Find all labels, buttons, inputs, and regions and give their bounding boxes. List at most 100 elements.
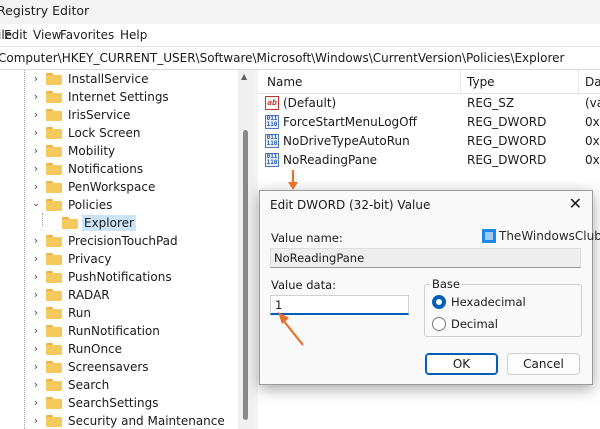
- tree-item-security-and-maintenance[interactable]: › Security and Maintenance: [0, 412, 238, 429]
- tree-item-installservice[interactable]: › InstallService: [0, 70, 238, 88]
- tree-item-irisservice[interactable]: › IrisService: [0, 106, 238, 124]
- key-tree-pane[interactable]: › InstallService › Internet Settings › I…: [0, 70, 238, 429]
- value-row-nodrivetypeautorun[interactable]: 011110 NoDriveTypeAutoRun REG_DWORD 0x00…: [258, 132, 600, 151]
- hexadecimal-radio[interactable]: [432, 295, 446, 309]
- scrollbar-thumb[interactable]: [243, 130, 248, 420]
- tree-item-label: InstallService: [68, 72, 149, 86]
- tree-item-policies[interactable]: › Policies: [0, 196, 238, 214]
- list-header: Name Type Data: [258, 70, 600, 94]
- value-row-forcestartmenulogoff[interactable]: 011 110 ForceStartMenuLogOff REG_DWORD 0x…: [258, 113, 600, 132]
- hexadecimal-label[interactable]: Hexadecimal: [451, 295, 526, 309]
- chevron-right-icon[interactable]: ›: [30, 143, 42, 159]
- chevron-right-icon[interactable]: ›: [30, 71, 42, 87]
- tree-item-internet-settings[interactable]: › Internet Settings: [0, 88, 238, 106]
- tree-item-search[interactable]: › Search: [0, 376, 238, 394]
- tree-item-explorer[interactable]: Explorer: [0, 214, 238, 232]
- chevron-right-icon[interactable]: ›: [30, 395, 42, 411]
- tree-item-pushnotifications[interactable]: › PushNotifications: [0, 268, 238, 286]
- menu-favorites[interactable]: Favorites: [60, 28, 114, 42]
- folder-icon: [46, 163, 62, 175]
- chevron-right-icon[interactable]: ›: [30, 251, 42, 267]
- folder-open-icon: [62, 217, 78, 229]
- chevron-right-icon[interactable]: ›: [30, 233, 42, 249]
- folder-icon: [46, 91, 62, 103]
- tree-item-runnotification[interactable]: › RunNotification: [0, 322, 238, 340]
- value-data-text[interactable]: 1: [275, 298, 282, 312]
- dialog-title: Edit DWORD (32-bit) Value: [270, 198, 431, 212]
- tree-item-label: IrisService: [68, 108, 131, 122]
- folder-icon: [46, 235, 62, 247]
- chevron-right-icon[interactable]: ›: [30, 179, 42, 195]
- thewindowsclub-logo-icon: [482, 229, 496, 243]
- chevron-right-icon[interactable]: ›: [30, 269, 42, 285]
- folder-icon: [46, 325, 62, 337]
- menu-help[interactable]: Help: [120, 28, 147, 42]
- value-name: NoDriveTypeAutoRun: [283, 134, 410, 148]
- value-data-input[interactable]: 1: [270, 295, 409, 315]
- column-header-name[interactable]: Name: [267, 75, 302, 89]
- value-data-label: Value data:: [271, 278, 337, 292]
- column-separator[interactable]: [578, 70, 579, 94]
- column-separator[interactable]: [460, 70, 461, 94]
- folder-icon: [46, 343, 62, 355]
- tree-item-label: RunNotification: [68, 324, 160, 338]
- folder-icon: [46, 181, 62, 193]
- chevron-right-icon[interactable]: ›: [30, 359, 42, 375]
- folder-icon: [46, 109, 62, 121]
- dword-value-icon: 011 110: [265, 134, 279, 148]
- dword-value-icon: 011 110: [265, 115, 279, 129]
- chevron-right-icon[interactable]: ›: [30, 377, 42, 393]
- address-path[interactable]: Computer\HKEY_CURRENT_USER\Software\Micr…: [0, 51, 564, 65]
- close-icon[interactable]: ✕: [569, 194, 582, 213]
- value-name: NoReadingPane: [283, 153, 378, 167]
- watermark: TheWindowsClub: [482, 228, 600, 246]
- base-label: Base: [430, 277, 463, 291]
- tree-item-label: Security and Maintenance: [68, 414, 225, 428]
- tree-item-label: Explorer: [82, 215, 136, 231]
- chevron-right-icon[interactable]: ›: [30, 305, 42, 321]
- column-header-type[interactable]: Type: [467, 75, 495, 89]
- tree-item-penworkspace[interactable]: › PenWorkspace: [0, 178, 238, 196]
- menu-view[interactable]: View: [33, 28, 61, 42]
- chevron-right-icon[interactable]: ›: [30, 125, 42, 141]
- chevron-right-icon[interactable]: ›: [30, 323, 42, 339]
- tree-item-run[interactable]: › Run: [0, 304, 238, 322]
- chevron-right-icon[interactable]: ›: [30, 107, 42, 123]
- address-bar[interactable]: Computer\HKEY_CURRENT_USER\Software\Micr…: [0, 46, 600, 70]
- value-name: (Default): [283, 96, 337, 110]
- column-header-data[interactable]: Data: [585, 75, 600, 89]
- folder-icon: [46, 73, 62, 85]
- menu-edit[interactable]: Edit: [4, 28, 27, 42]
- chevron-right-icon[interactable]: ›: [30, 341, 42, 357]
- tree-item-notifications[interactable]: › Notifications: [0, 160, 238, 178]
- tree-item-lock-screen[interactable]: › Lock Screen: [0, 124, 238, 142]
- folder-icon: [46, 361, 62, 373]
- tree-item-precisiontouchpad[interactable]: › PrecisionTouchPad: [0, 232, 238, 250]
- tree-item-label: Screensavers: [68, 360, 149, 374]
- chevron-down-icon[interactable]: ›: [28, 199, 44, 211]
- base-groupbox: [424, 284, 582, 337]
- tree-item-label: Privacy: [68, 252, 112, 266]
- tree-item-mobility[interactable]: › Mobility: [0, 142, 238, 160]
- scroll-up-icon[interactable]: ▲: [241, 72, 247, 81]
- tree-item-screensavers[interactable]: › Screensavers: [0, 358, 238, 376]
- cancel-button[interactable]: Cancel: [507, 353, 580, 375]
- tree-item-privacy[interactable]: › Privacy: [0, 250, 238, 268]
- chevron-right-icon[interactable]: ›: [30, 413, 42, 429]
- tree-item-radar[interactable]: › RADAR: [0, 286, 238, 304]
- tree-item-label: PrecisionTouchPad: [68, 234, 178, 248]
- folder-icon: [46, 307, 62, 319]
- decimal-label[interactable]: Decimal: [451, 317, 498, 331]
- value-type: REG_DWORD: [467, 115, 547, 129]
- ok-button[interactable]: OK: [425, 353, 498, 375]
- tree-scrollbar[interactable]: ▲: [238, 70, 254, 429]
- decimal-radio[interactable]: [432, 317, 446, 331]
- value-data: 0x00000091 (145): [585, 134, 600, 148]
- value-row-noreadingpane[interactable]: 011110 NoReadingPane REG_DWORD 0x0000000…: [258, 151, 600, 170]
- chevron-right-icon[interactable]: ›: [30, 287, 42, 303]
- chevron-right-icon[interactable]: ›: [30, 161, 42, 177]
- tree-item-runonce[interactable]: › RunOnce: [0, 340, 238, 358]
- value-row-default[interactable]: ab (Default) REG_SZ (value not set): [258, 94, 600, 113]
- chevron-right-icon[interactable]: ›: [30, 89, 42, 105]
- tree-item-searchsettings[interactable]: › SearchSettings: [0, 394, 238, 412]
